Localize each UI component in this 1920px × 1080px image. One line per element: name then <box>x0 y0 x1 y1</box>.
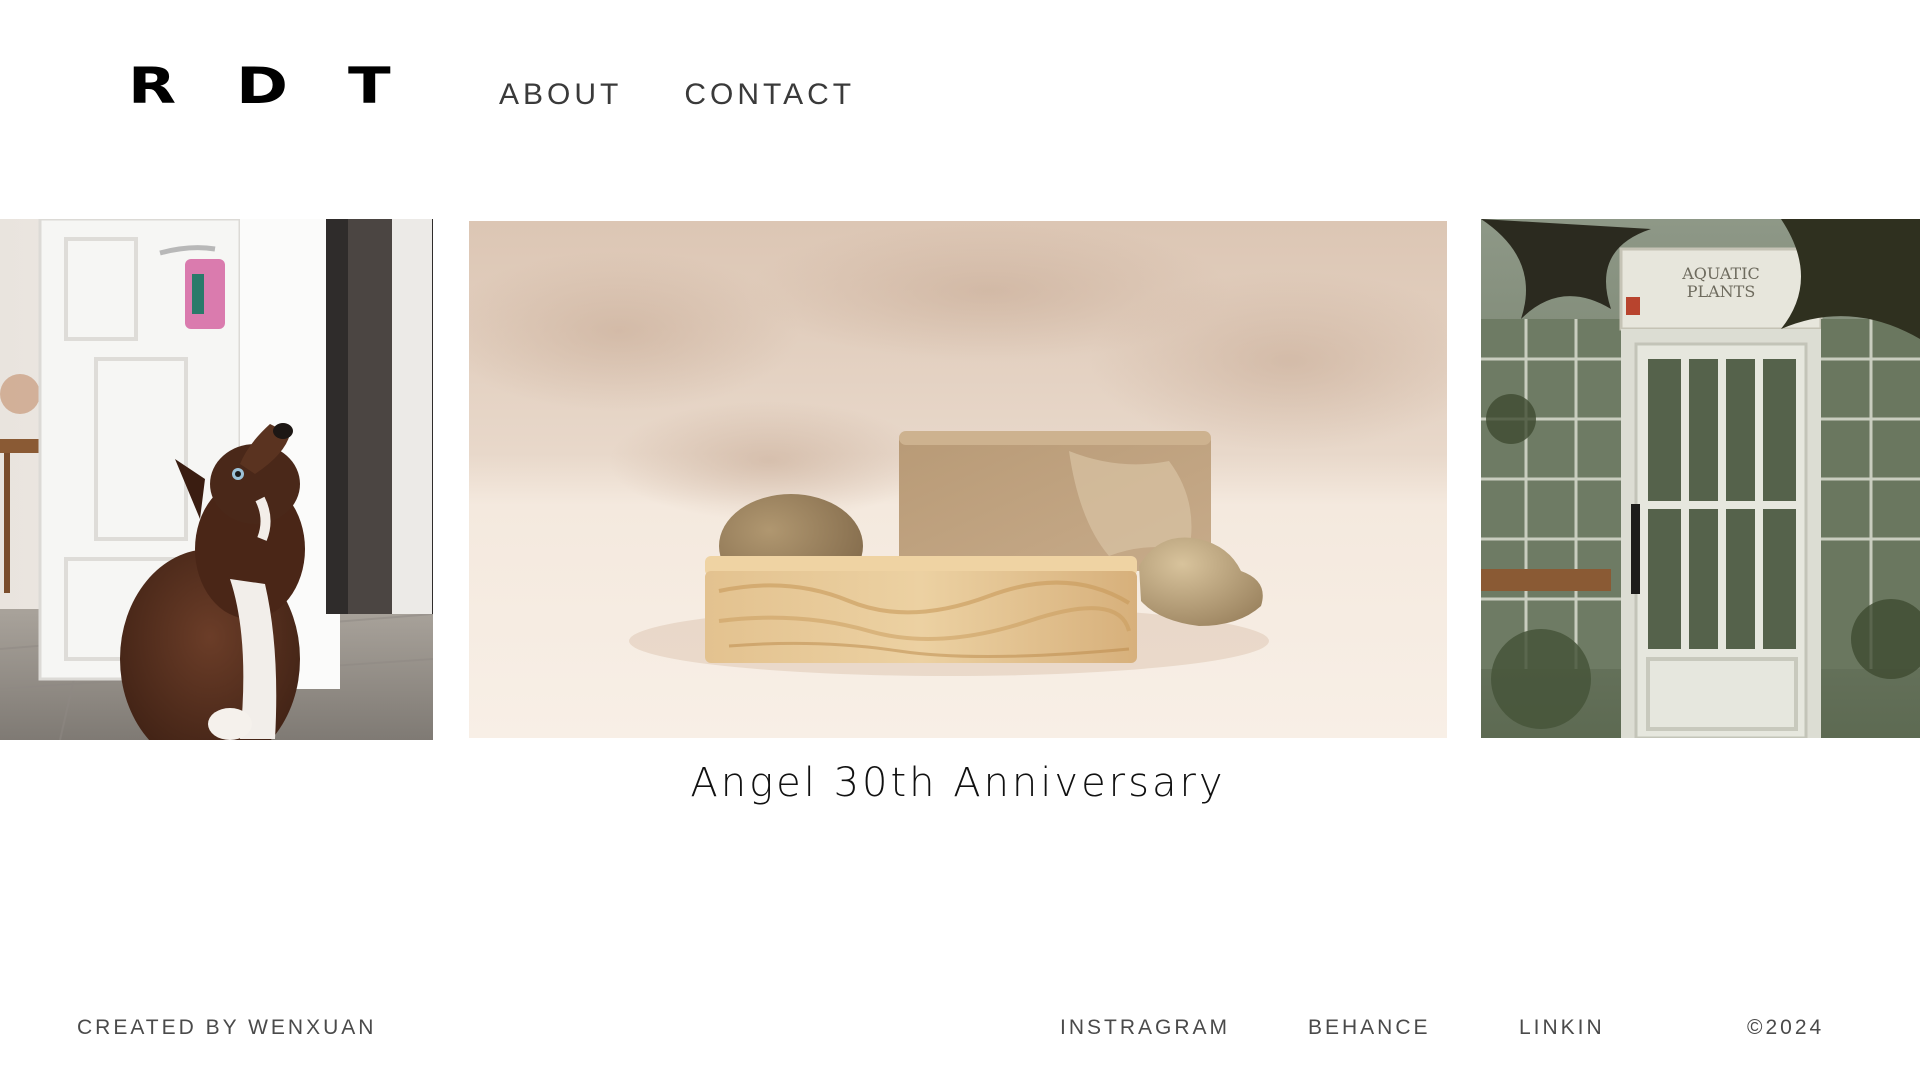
carousel-slide-podium[interactable] <box>469 221 1447 738</box>
slide-caption: Angel 30th Anniversary <box>690 760 1226 806</box>
greenhouse-sign-line-2: PLANTS <box>1687 282 1756 301</box>
greenhouse-photo: AQUATIC PLANTS <box>1481 219 1920 738</box>
logo-letter-r: R <box>128 57 177 115</box>
logo-letter-t: T <box>348 57 391 115</box>
carousel-slide-greenhouse[interactable]: AQUATIC PLANTS <box>1481 219 1920 738</box>
nav-contact-link[interactable]: CONTACT <box>684 78 855 112</box>
greenhouse-sign-line-1: AQUATIC <box>1681 264 1760 283</box>
footer-copyright: ©2024 <box>1747 1016 1825 1039</box>
carousel-slide-dog[interactable] <box>0 219 433 740</box>
footer-linkin-link[interactable]: LINKIN <box>1519 1016 1605 1039</box>
dog-photo <box>0 219 433 740</box>
footer-instagram-link[interactable]: INSTRAGRAM <box>1060 1016 1230 1039</box>
podium-render <box>469 221 1447 738</box>
brand-logo[interactable]: R D T <box>128 57 391 115</box>
footer-credit: CREATED BY WENXUAN <box>77 1016 377 1039</box>
nav-about-link[interactable]: ABOUT <box>499 78 622 112</box>
logo-letter-d: D <box>236 57 289 115</box>
main-nav: ABOUT CONTACT <box>499 78 855 112</box>
footer-behance-link[interactable]: BEHANCE <box>1308 1016 1431 1039</box>
